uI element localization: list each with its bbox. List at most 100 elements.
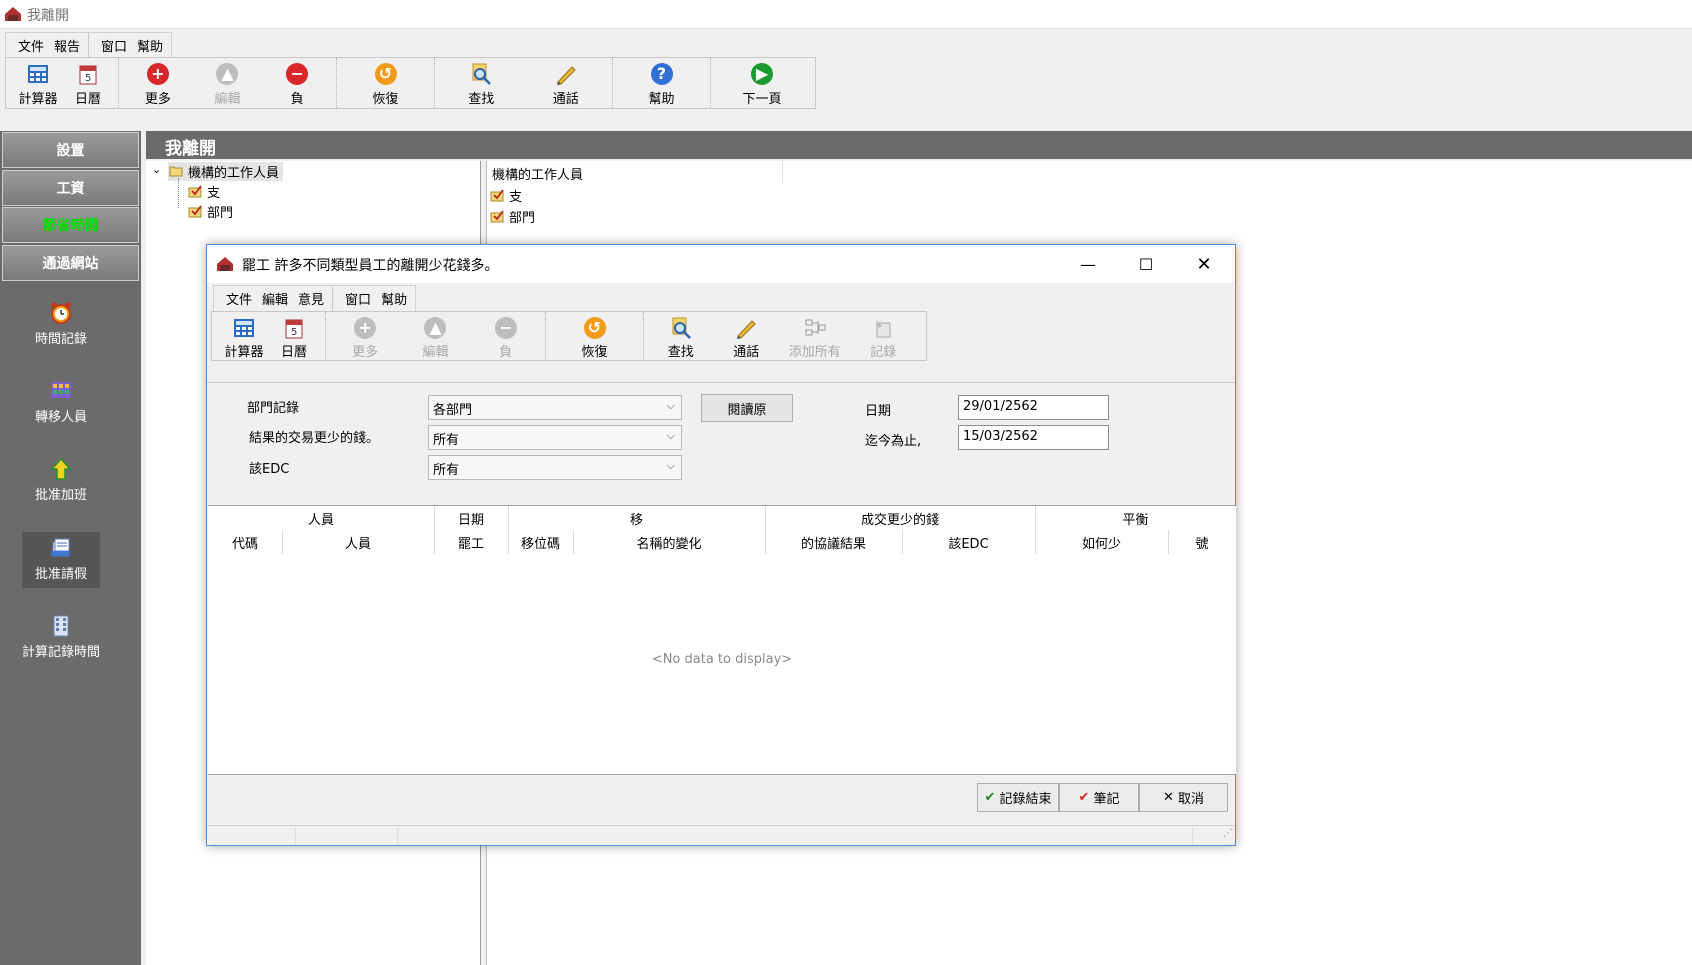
result-label: 結果的交易更少的錢。 [249, 431, 380, 446]
chevron-down-icon[interactable]: ⌄ [152, 163, 161, 176]
edc-label: 該EDC [249, 462, 290, 477]
column-header-code[interactable]: 代碼 [208, 533, 282, 552]
play-icon: ▶ [751, 63, 773, 85]
list-item-branch[interactable]: 支 [490, 186, 522, 205]
chevron-down-icon: ⌵ [666, 459, 675, 472]
finish-record-button[interactable]: ✔ 記錄結束 [977, 783, 1059, 812]
date-to-field[interactable]: 15/03/2562 [958, 425, 1109, 450]
next-page-button[interactable]: ▶ 下一頁 [727, 58, 797, 108]
menu-window[interactable]: 窗口 [101, 36, 127, 55]
column-header-name-change[interactable]: 名稱的變化 [573, 533, 765, 552]
negative-button[interactable]: − 負 [267, 58, 327, 108]
dialog-record-button[interactable]: 記錄 [853, 312, 913, 360]
cancel-button[interactable]: ✕ 取消 [1139, 783, 1228, 812]
plus-icon: + [146, 63, 169, 85]
dept-select[interactable]: 各部門 ⌵ [428, 395, 682, 420]
column-header-agreement[interactable]: 的協議結果 [765, 533, 902, 552]
sidebar-save-time-button[interactable]: 節省時間 [2, 207, 139, 243]
close-icon[interactable]: ✕ [1175, 245, 1233, 283]
group-header-move: 移 [629, 513, 643, 528]
checked-folder-icon [490, 189, 504, 202]
minimize-icon[interactable]: — [1059, 245, 1117, 283]
column-header-person[interactable]: 人員 [282, 533, 434, 552]
dialog-calendar-button[interactable]: 5 日曆 [272, 312, 316, 360]
record-icon [871, 316, 895, 339]
sidebar-item-time-record[interactable]: 時間記錄 [22, 301, 100, 347]
dept-label: 部門記錄 [247, 401, 300, 416]
dialog-negative-button[interactable]: − 負 [476, 312, 536, 360]
app-title: 我離開 [27, 8, 69, 24]
folder-open-icon [169, 166, 183, 177]
column-header-how-less[interactable]: 如何少 [1035, 533, 1168, 552]
magnifier-icon [469, 62, 493, 86]
tree-item-branch[interactable]: 支 [188, 182, 220, 201]
calendar-icon: 5 [282, 316, 306, 339]
list-item-department[interactable]: 部門 [490, 207, 535, 226]
menu-file[interactable]: 文件 [18, 36, 44, 55]
dialog-edit-button[interactable]: ▲ 編輯 [405, 312, 465, 360]
restore-button[interactable]: ↺ 恢復 [356, 58, 416, 108]
edit-button[interactable]: ▲ 編輯 [197, 58, 257, 108]
up-arrow-icon: ▲ [424, 316, 447, 339]
sidebar-item-calc-record-time[interactable]: 計算記錄時間 [22, 614, 100, 660]
alarm-clock-icon [51, 302, 71, 324]
sidebar-via-website-button[interactable]: 通過網站 [2, 245, 139, 281]
app-logo-icon [217, 257, 233, 271]
read-original-button[interactable]: 閱讀原 [701, 394, 793, 422]
dialog-menu-edit[interactable]: 編輯 [262, 289, 288, 308]
dialog-more-button[interactable]: + 更多 [335, 312, 395, 360]
page-title: 我離開 [146, 131, 1692, 159]
sidebar-item-approve-overtime[interactable]: 批准加班 [22, 457, 100, 503]
chevron-down-icon: ⌵ [666, 399, 675, 412]
dialog-find-button[interactable]: 查找 [651, 312, 711, 360]
group-header-person: 人員 [307, 513, 334, 528]
column-header-number[interactable]: 號 [1168, 533, 1236, 552]
column-header-move-code[interactable]: 移位碼 [508, 533, 573, 552]
dialog-menu-window[interactable]: 窗口 [345, 289, 371, 308]
svg-text:5: 5 [291, 327, 297, 338]
dialog-restore-button[interactable]: ↺ 恢復 [565, 312, 625, 360]
red-check-icon: ✔ [1078, 790, 1090, 805]
find-button[interactable]: 查找 [451, 58, 511, 108]
resize-grip-icon[interactable]: ⋰ [1223, 828, 1233, 839]
sidebar-wages-button[interactable]: 工資 [2, 170, 139, 206]
dialog-menu-help[interactable]: 幫助 [381, 289, 407, 308]
calendar-button[interactable]: 5 日曆 [66, 58, 110, 108]
menu-help[interactable]: 幫助 [137, 36, 163, 55]
leave-dialog: 罷工 許多不同類型員工的離開少花錢多。 — ☐ ✕ 文件 編輯 意見 窗口 幫助 計算… [206, 244, 1236, 846]
dialog-menubar: 文件 編輯 意見 窗口 幫助 [213, 285, 417, 311]
dialog-menu-view[interactable]: 意見 [298, 289, 324, 308]
column-header-strike[interactable]: 罷工 [434, 533, 508, 552]
sidebar-item-approve-leave[interactable]: 批准請假 [22, 532, 100, 588]
dialog-add-all-button[interactable]: 添加所有 [782, 312, 848, 360]
maximize-icon[interactable]: ☐ [1117, 245, 1175, 283]
column-header-edc[interactable]: 該EDC [902, 533, 1035, 552]
tree-root[interactable]: 機構的工作人員 [168, 162, 284, 181]
dialog-calculator-button[interactable]: 計算器 [216, 312, 272, 360]
calculator-button[interactable]: 計算器 [10, 58, 66, 108]
magnifier-icon [669, 316, 693, 339]
up-arrow-icon [50, 457, 72, 480]
result-select[interactable]: 所有 ⌵ [428, 425, 682, 450]
plus-icon: + [354, 316, 377, 339]
group-header-balance: 平衡 [1122, 513, 1149, 528]
dialog-titlebar[interactable]: 罷工 許多不同類型員工的離開少花錢多。 — ☐ ✕ [207, 245, 1235, 283]
date-from-field[interactable]: 29/01/2562 [958, 395, 1109, 420]
help-button[interactable]: ? 幫助 [632, 58, 692, 108]
edc-select[interactable]: 所有 ⌵ [428, 455, 682, 480]
sidebar-settings-button[interactable]: 設置 [2, 132, 139, 168]
svg-text:5: 5 [85, 73, 91, 84]
tree-item-department[interactable]: 部門 [188, 202, 233, 221]
call-button[interactable]: 通話 [536, 58, 596, 108]
minus-icon: − [286, 63, 309, 85]
menu-report[interactable]: 報告 [54, 36, 80, 55]
dialog-call-button[interactable]: 通話 [716, 312, 776, 360]
more-button[interactable]: + 更多 [128, 58, 188, 108]
list-column-header[interactable]: 機構的工作人員 [487, 161, 783, 183]
calculator-icon [232, 316, 256, 339]
note-button[interactable]: ✔ 筆記 [1059, 783, 1139, 812]
dialog-menu-file[interactable]: 文件 [226, 289, 252, 308]
sidebar-item-transfer-staff[interactable]: 轉移人員 [22, 379, 100, 425]
restore-icon: ↺ [374, 63, 397, 85]
date-label: 日期 [865, 404, 892, 419]
